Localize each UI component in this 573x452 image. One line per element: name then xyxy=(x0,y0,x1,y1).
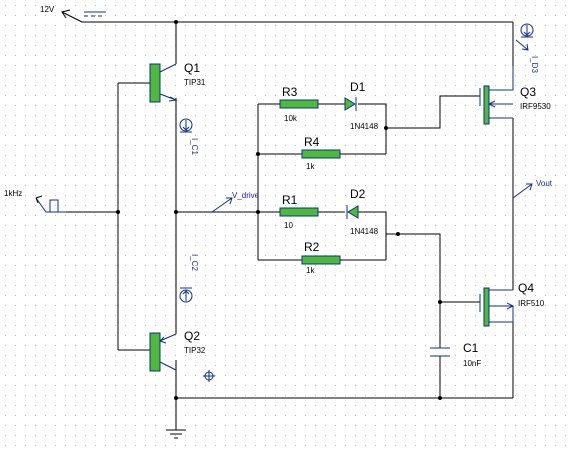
probe-ic2[interactable]: I_C2 xyxy=(179,254,199,303)
r1-body xyxy=(279,207,319,217)
d1-value: 1N4148 xyxy=(350,122,379,131)
transistor-q1[interactable]: Q1 TIP31 xyxy=(149,61,206,103)
q4-ref: Q4 xyxy=(518,281,534,295)
junction-dot xyxy=(256,210,260,214)
q4-value: IRF510 xyxy=(518,299,545,308)
junction-dot xyxy=(438,300,442,304)
net-vdrive: V_drive xyxy=(211,191,260,213)
d2-value: 1N4148 xyxy=(350,227,379,236)
q1-ref: Q1 xyxy=(184,61,200,75)
supply-arrow-icon xyxy=(61,9,83,23)
r1-value: 10 xyxy=(284,221,293,230)
probe-ic2-label: I_C2 xyxy=(190,254,199,271)
c1-value: 10nF xyxy=(463,359,481,368)
schematic-canvas: 12V 1kHz Q1 TIP31 I_C1 V_drive I_C2 Q2 T… xyxy=(4,5,566,446)
probe-ic1-label: I_C1 xyxy=(190,138,199,155)
junction-dot xyxy=(174,396,178,400)
probe-ic1[interactable]: I_C1 xyxy=(179,118,199,155)
wire-ground-rail xyxy=(175,360,513,430)
diode-d1[interactable]: D1 1N4148 xyxy=(344,80,379,131)
r2-value: 1k xyxy=(306,266,315,275)
junction-dot xyxy=(174,210,178,214)
q3-terminals xyxy=(487,66,514,119)
q4-terminals xyxy=(489,289,515,323)
net-vdrive-label: V_drive xyxy=(232,191,260,200)
net-vout-label: Vout xyxy=(536,179,553,188)
d2-ref: D2 xyxy=(350,187,366,201)
q1-value: TIP31 xyxy=(184,78,206,87)
resistor-r3[interactable]: R3 10k xyxy=(279,85,319,123)
probe-ic1-arrow xyxy=(180,120,192,133)
junction-dot xyxy=(384,126,388,130)
q3-channel xyxy=(483,85,490,125)
c1-plates xyxy=(430,347,450,357)
mosfet-q4[interactable]: Q4 IRF510 xyxy=(479,281,545,327)
transistor-q2[interactable]: Q2 TIP32 xyxy=(149,329,206,372)
probe-id3[interactable]: I_D3 xyxy=(515,23,539,73)
ground-icon xyxy=(166,429,186,439)
resistor-r1[interactable]: R1 10 xyxy=(279,193,319,230)
q3-value: IRF9530 xyxy=(520,102,551,111)
probe-id3-pointer xyxy=(515,39,529,51)
square-wave-source-icon xyxy=(35,197,66,213)
q4-channel xyxy=(483,287,490,327)
junction-dot xyxy=(438,396,442,400)
r2-body xyxy=(301,255,341,265)
signal-source[interactable]: 1kHz xyxy=(4,189,66,213)
q2-base-bar xyxy=(149,332,161,372)
wire-supply-rail xyxy=(82,21,514,66)
d2-triangle xyxy=(347,205,359,219)
c1-ref: C1 xyxy=(463,341,479,355)
junction-dot xyxy=(256,152,260,156)
wire-input xyxy=(66,82,150,351)
resistor-r4[interactable]: R4 1k xyxy=(301,135,341,171)
r1-ref: R1 xyxy=(282,193,298,207)
junction-dot xyxy=(116,210,120,214)
q2-leads xyxy=(159,333,177,371)
q3-ref: Q3 xyxy=(520,85,536,99)
d1-ref: D1 xyxy=(350,80,366,94)
net-vout: Vout xyxy=(512,179,553,199)
junction-dot xyxy=(396,232,400,236)
junction-dot xyxy=(174,20,178,24)
d1-triangle xyxy=(344,97,356,111)
probe-id3-arrow xyxy=(521,25,533,38)
q2-value: TIP32 xyxy=(184,346,206,355)
r4-value: 1k xyxy=(306,162,315,171)
r3-value: 10k xyxy=(284,114,298,123)
r4-ref: R4 xyxy=(304,135,320,149)
r4-body xyxy=(301,149,341,159)
r2-ref: R2 xyxy=(304,240,320,254)
r3-body xyxy=(279,99,319,109)
probe-id3-label: I_D3 xyxy=(530,56,539,73)
source-label: 1kHz xyxy=(4,189,22,198)
supply-label: 12V xyxy=(40,5,55,14)
resistor-r2[interactable]: R2 1k xyxy=(301,240,341,275)
r3-ref: R3 xyxy=(282,85,298,99)
q1-leads xyxy=(159,63,178,102)
crosshair-icon xyxy=(203,370,215,382)
q2-ref: Q2 xyxy=(184,329,200,343)
q1-base-bar xyxy=(149,63,161,103)
supply-symbol[interactable]: 12V xyxy=(40,5,106,23)
voltage-arrow-icon xyxy=(512,183,533,199)
